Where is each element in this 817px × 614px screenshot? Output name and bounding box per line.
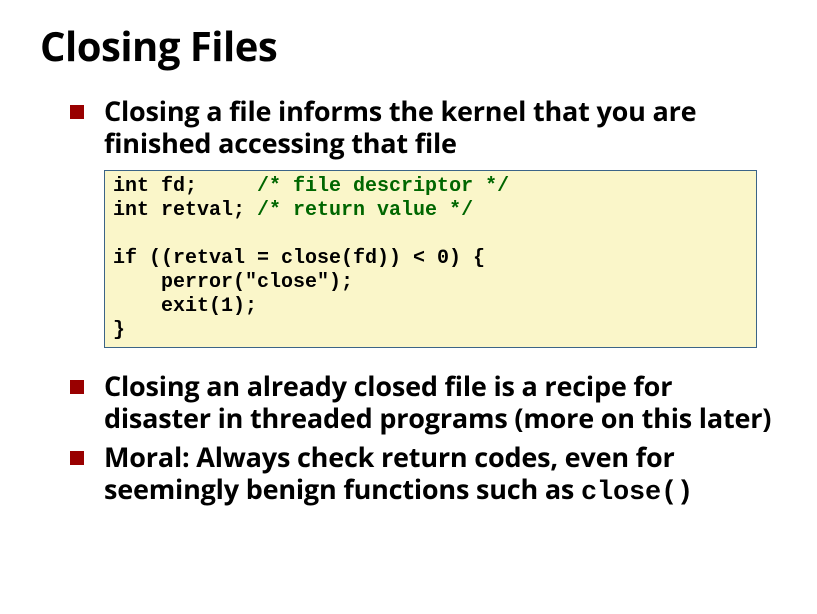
bullet-text: Closing an already closed file is a reci… — [104, 367, 771, 436]
bullet-list-2: Closing an already closed file is a reci… — [40, 370, 777, 510]
code-line-6: } — [113, 319, 125, 342]
slide-body: Closing Files Closing a file informs the… — [0, 0, 817, 535]
code-line-4: perror("close"); — [113, 271, 353, 294]
code-line-2a: int retval; — [113, 199, 257, 222]
code-comment-2: /* return value */ — [257, 199, 473, 222]
bullet-text: Closing a file informs the kernel that y… — [104, 92, 696, 161]
inline-code-close: close() — [581, 478, 693, 508]
code-line-5: exit(1); — [113, 295, 257, 318]
slide-title: Closing Files — [40, 18, 777, 73]
bullet-list: Closing a file informs the kernel that y… — [40, 95, 777, 160]
code-block: int fd; /* file descriptor */ int retval… — [104, 170, 757, 348]
bullet-item-1: Closing a file informs the kernel that y… — [70, 95, 777, 160]
code-comment-1: /* file descriptor */ — [257, 175, 509, 198]
code-line-3: if ((retval = close(fd)) < 0) { — [113, 247, 485, 270]
bullet-item-2: Closing an already closed file is a reci… — [70, 370, 777, 435]
bullet-item-3: Moral: Always check return codes, even f… — [70, 441, 777, 510]
code-line-1a: int fd; — [113, 175, 257, 198]
